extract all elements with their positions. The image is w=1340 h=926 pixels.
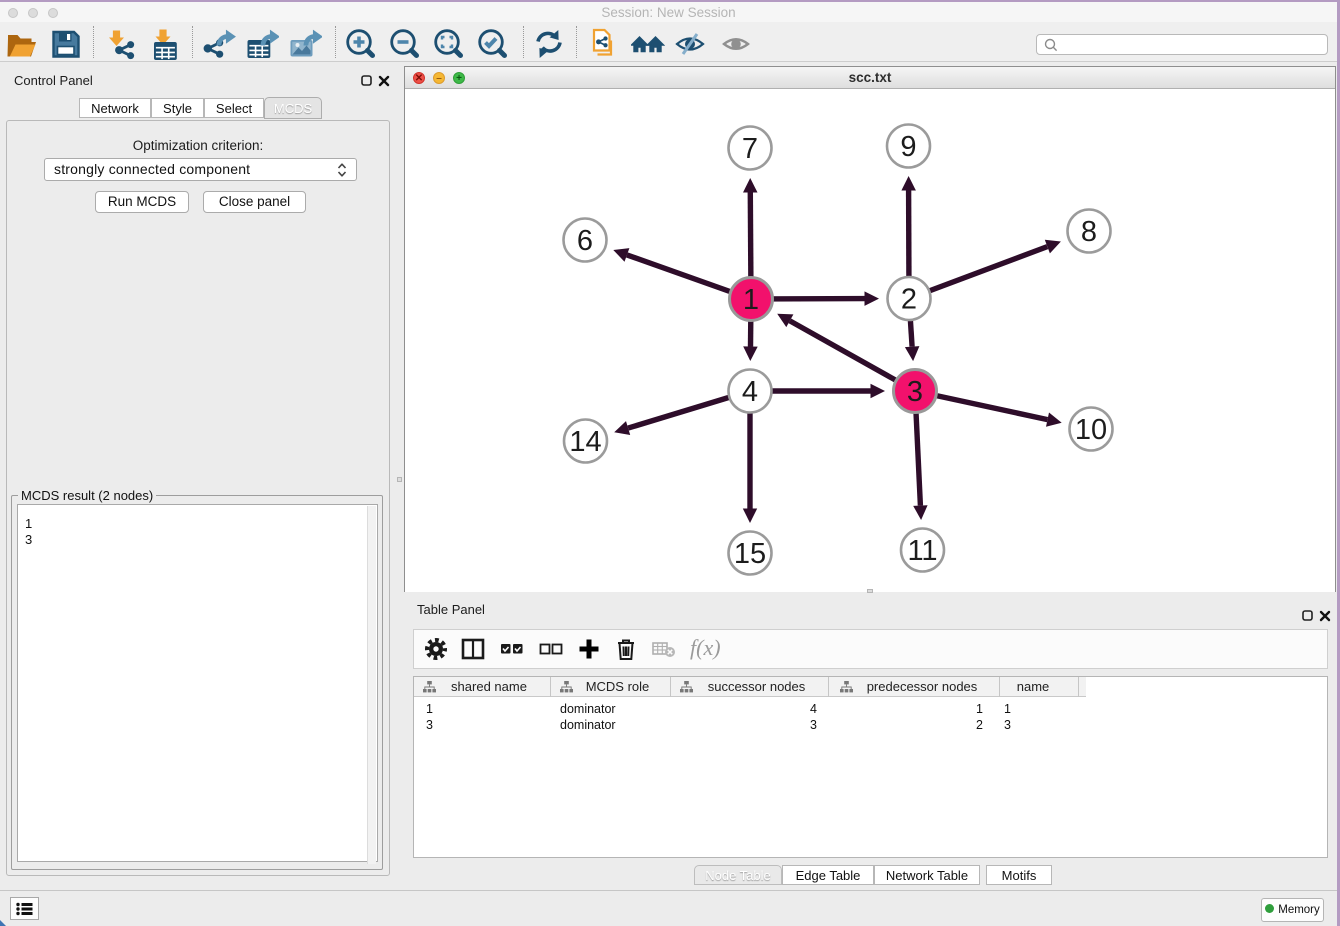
svg-text:3: 3 xyxy=(907,376,923,408)
svg-text:8: 8 xyxy=(1081,216,1097,248)
svg-text:2: 2 xyxy=(901,284,917,316)
svg-text:1: 1 xyxy=(743,284,759,316)
svg-text:15: 15 xyxy=(734,538,766,570)
svg-text:7: 7 xyxy=(742,133,758,165)
svg-text:10: 10 xyxy=(1075,414,1107,446)
svg-text:4: 4 xyxy=(742,376,758,408)
svg-text:6: 6 xyxy=(577,225,593,257)
svg-text:14: 14 xyxy=(569,426,601,458)
svg-text:11: 11 xyxy=(907,535,937,567)
svg-text:9: 9 xyxy=(900,131,916,163)
